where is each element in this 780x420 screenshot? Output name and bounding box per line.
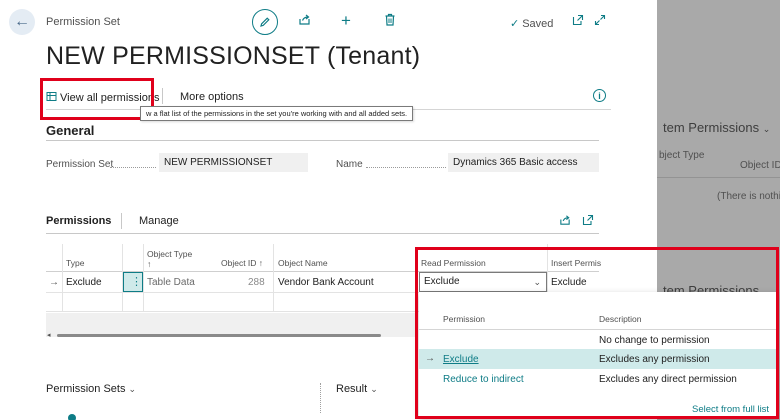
col-object-id[interactable]: Object ID ↑ [221, 258, 263, 268]
col-object-name[interactable]: Object Name [278, 258, 328, 268]
plus-icon: + [341, 11, 351, 30]
saved-status: ✓ Saved [510, 18, 554, 30]
permission-set-field[interactable]: NEW PERMISSIONSET [159, 153, 308, 172]
action-separator [162, 88, 163, 104]
general-divider [46, 140, 599, 141]
name-field[interactable]: Dynamics 365 Basic access [448, 153, 599, 172]
row-arrow-icon: → [49, 277, 59, 288]
scroll-left-icon[interactable]: ◂ [47, 331, 51, 339]
col-object-type[interactable]: Object Type [147, 249, 192, 259]
col-type[interactable]: Type [66, 258, 84, 268]
bg-nothing-text: (There is nothing [717, 191, 780, 202]
share-icon [560, 215, 570, 225]
delete-button[interactable] [384, 13, 396, 30]
edit-button[interactable] [252, 9, 278, 35]
arrow-left-icon: ← [14, 13, 30, 30]
expand-button[interactable] [594, 14, 606, 29]
cell-object-name[interactable]: Vendor Bank Account [278, 277, 374, 288]
open-new-window-icon [582, 214, 594, 226]
cell-object-type[interactable]: Table Data [147, 277, 195, 288]
share-button[interactable] [298, 13, 311, 30]
back-button[interactable]: ← [9, 9, 35, 35]
info-icon[interactable]: i [593, 89, 606, 102]
name-label: Name [336, 159, 363, 170]
permission-sets-heading[interactable]: Permission Sets ⌄ [46, 383, 136, 395]
permissions-expand-button[interactable] [582, 214, 594, 229]
pencil-icon [260, 17, 270, 27]
expand-icon [594, 14, 606, 26]
highlight-read-permission-dropdown [415, 247, 779, 419]
page-title: NEW PERMISSIONSET (Tenant) [46, 42, 421, 70]
row-actions-button[interactable]: ⋮ [123, 272, 143, 292]
page-caption: Permission Set [46, 16, 120, 28]
permission-set-label: Permission Set [46, 159, 114, 170]
share-icon [299, 14, 310, 25]
more-vertical-icon: ⋮ [131, 276, 142, 288]
bg-object-id-label: Object ID [740, 160, 780, 171]
cell-object-id[interactable]: 288 [248, 277, 265, 288]
permissions-share-button[interactable] [559, 214, 571, 229]
sort-arrow-up-icon: ↑ [147, 259, 152, 269]
bg-heading: tem Permissions ⌄ [663, 120, 771, 135]
more-options-button[interactable]: More options [180, 91, 244, 103]
permissions-divider [46, 233, 599, 234]
open-new-window-icon [572, 14, 584, 26]
permissions-tab[interactable]: Permissions [46, 215, 111, 227]
bg-object-type-label: bject Type [659, 150, 705, 161]
trash-icon [385, 13, 395, 26]
general-heading: General [46, 123, 95, 138]
manage-menu[interactable]: Manage [139, 215, 179, 227]
result-heading[interactable]: Result ⌄ [336, 383, 378, 395]
tooltip: w a flat list of the permissions in the … [140, 106, 414, 121]
cell-type[interactable]: Exclude [66, 277, 102, 288]
highlight-view-all-permissions [40, 78, 154, 120]
checkmark-icon: ✓ [510, 18, 520, 30]
open-new-window-button[interactable] [572, 14, 584, 29]
scrollbar-thumb[interactable] [57, 334, 381, 337]
new-button[interactable]: + [341, 11, 351, 31]
